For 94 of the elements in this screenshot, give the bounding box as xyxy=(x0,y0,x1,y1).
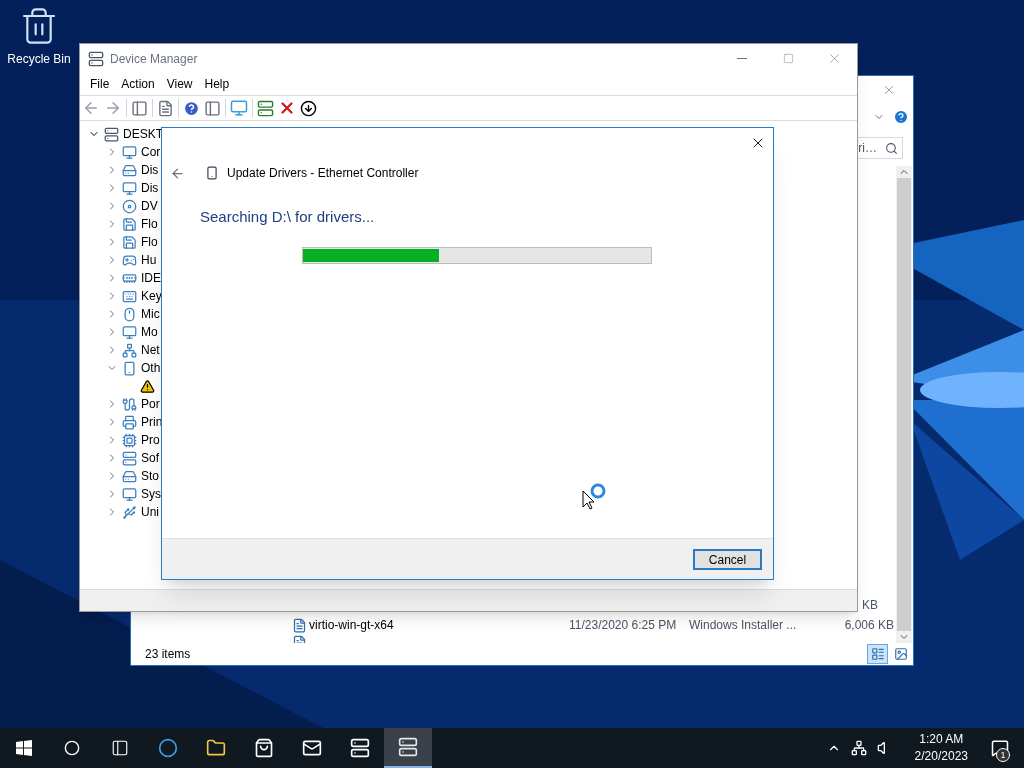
menu-item[interactable]: Help xyxy=(198,75,236,93)
menu-item[interactable]: Action xyxy=(115,75,161,93)
tree-item[interactable]: Net xyxy=(141,341,160,359)
device-icon xyxy=(122,432,137,448)
notification-button[interactable]: 1 xyxy=(976,728,1024,768)
device-icon xyxy=(122,342,137,358)
console-tree-icon[interactable] xyxy=(131,99,148,117)
search-icon xyxy=(885,141,898,155)
tree-item[interactable]: DESKT xyxy=(123,125,163,143)
minimize-icon xyxy=(737,58,747,59)
tree-item[interactable]: DV xyxy=(141,197,158,215)
app-icon xyxy=(88,50,104,67)
tree-item[interactable]: Cor xyxy=(141,143,161,161)
tree-item[interactable]: Dis xyxy=(141,179,159,197)
tree-item[interactable]: Flo xyxy=(141,215,158,233)
server-icon xyxy=(398,737,418,757)
folder-icon xyxy=(206,738,226,758)
device-icon xyxy=(122,216,137,232)
close-icon xyxy=(882,83,896,97)
network-icon[interactable] xyxy=(850,740,867,756)
menu-item[interactable]: View xyxy=(160,75,199,93)
help-icon[interactable] xyxy=(893,109,909,125)
shopping-bag-icon xyxy=(254,738,274,758)
device-icon xyxy=(122,396,137,412)
busy-cursor-icon xyxy=(582,483,607,510)
tree-item[interactable]: Key xyxy=(141,287,162,305)
tree-item[interactable]: Uni xyxy=(141,503,159,521)
windows-logo-icon xyxy=(16,740,32,756)
server-icon xyxy=(350,738,370,758)
device-icon xyxy=(122,180,137,196)
device-icon xyxy=(122,234,137,250)
type-cell-text: Windows Installer ... xyxy=(689,617,798,634)
taskbar-app[interactable] xyxy=(384,728,432,768)
installer-icon xyxy=(292,617,307,633)
action-pane-icon[interactable] xyxy=(204,99,221,117)
tree-item[interactable]: Mic xyxy=(141,305,160,323)
tree-item[interactable]: Flo xyxy=(141,233,158,251)
scrollbar-thumb[interactable] xyxy=(897,178,911,631)
tree-item[interactable]: Mo xyxy=(141,323,158,341)
search-icon xyxy=(64,740,80,756)
date-cell-text: 11/23/2020 6:25 PM xyxy=(569,617,678,634)
tree-item[interactable]: Dis xyxy=(141,161,159,179)
tree-item[interactable]: Pro xyxy=(141,431,160,449)
preview-view-icon xyxy=(893,647,908,661)
device-icon xyxy=(122,468,137,484)
tree-item[interactable]: Hu xyxy=(141,251,157,269)
properties-icon[interactable] xyxy=(157,99,174,117)
computer-icon xyxy=(104,126,119,142)
help-icon[interactable] xyxy=(183,99,200,117)
device-icon xyxy=(122,144,137,160)
tree-item[interactable]: Por xyxy=(141,395,160,413)
notification-badge: 1 xyxy=(996,748,1010,762)
mail-icon xyxy=(302,738,322,758)
clock-date[interactable]: 2/20/2023 xyxy=(914,748,968,765)
tree-item[interactable]: IDE xyxy=(141,269,161,287)
notification-icon xyxy=(991,739,1009,757)
size-cell-text: KB xyxy=(862,597,878,614)
status-text: Searching D:\ for drivers... xyxy=(200,207,376,227)
details-view-icon xyxy=(870,647,885,661)
back-icon[interactable] xyxy=(170,165,185,181)
tree-item[interactable]: Sto xyxy=(141,467,159,485)
cancel-button[interactable]: Cancel xyxy=(693,548,762,570)
file-name[interactable]: virtio-win-gt-x64 xyxy=(309,616,569,634)
device-icon xyxy=(122,306,137,322)
tree-item[interactable]: Oth xyxy=(141,359,161,377)
tree-item[interactable]: Sof xyxy=(141,449,159,467)
task-view-icon xyxy=(111,739,129,757)
item-count: 23 items xyxy=(145,646,191,663)
view-button[interactable] xyxy=(867,644,888,664)
device-icon xyxy=(122,252,137,268)
maximize-icon xyxy=(782,53,794,64)
device-icon xyxy=(122,360,137,376)
desktop-icon-label[interactable]: Recycle Bin xyxy=(7,50,71,68)
device-icon xyxy=(122,288,137,304)
device-icon xyxy=(122,162,137,178)
device-icon xyxy=(122,324,137,340)
device-icon xyxy=(122,486,137,502)
back-icon[interactable] xyxy=(82,99,100,117)
uninstall-icon[interactable] xyxy=(278,99,296,117)
scan-monitor-icon[interactable] xyxy=(230,99,248,117)
device-icon xyxy=(122,450,137,466)
device-icon xyxy=(122,504,137,520)
scrollbar[interactable] xyxy=(896,166,912,643)
size-cell-text: 6,006 KB xyxy=(843,617,894,634)
device-icon xyxy=(122,198,137,214)
warning-device-icon[interactable] xyxy=(140,378,155,394)
tree-item[interactable]: Sys xyxy=(141,485,161,503)
clock-time[interactable]: 1:20 AM xyxy=(919,731,964,748)
menu-item[interactable]: File xyxy=(84,75,116,93)
forward-icon[interactable] xyxy=(104,99,122,117)
dialog-title: Update Drivers - Ethernet Controller xyxy=(227,165,419,182)
device-icon xyxy=(205,166,219,180)
window-title: Device Manager xyxy=(110,50,198,68)
device-icon xyxy=(122,414,137,430)
